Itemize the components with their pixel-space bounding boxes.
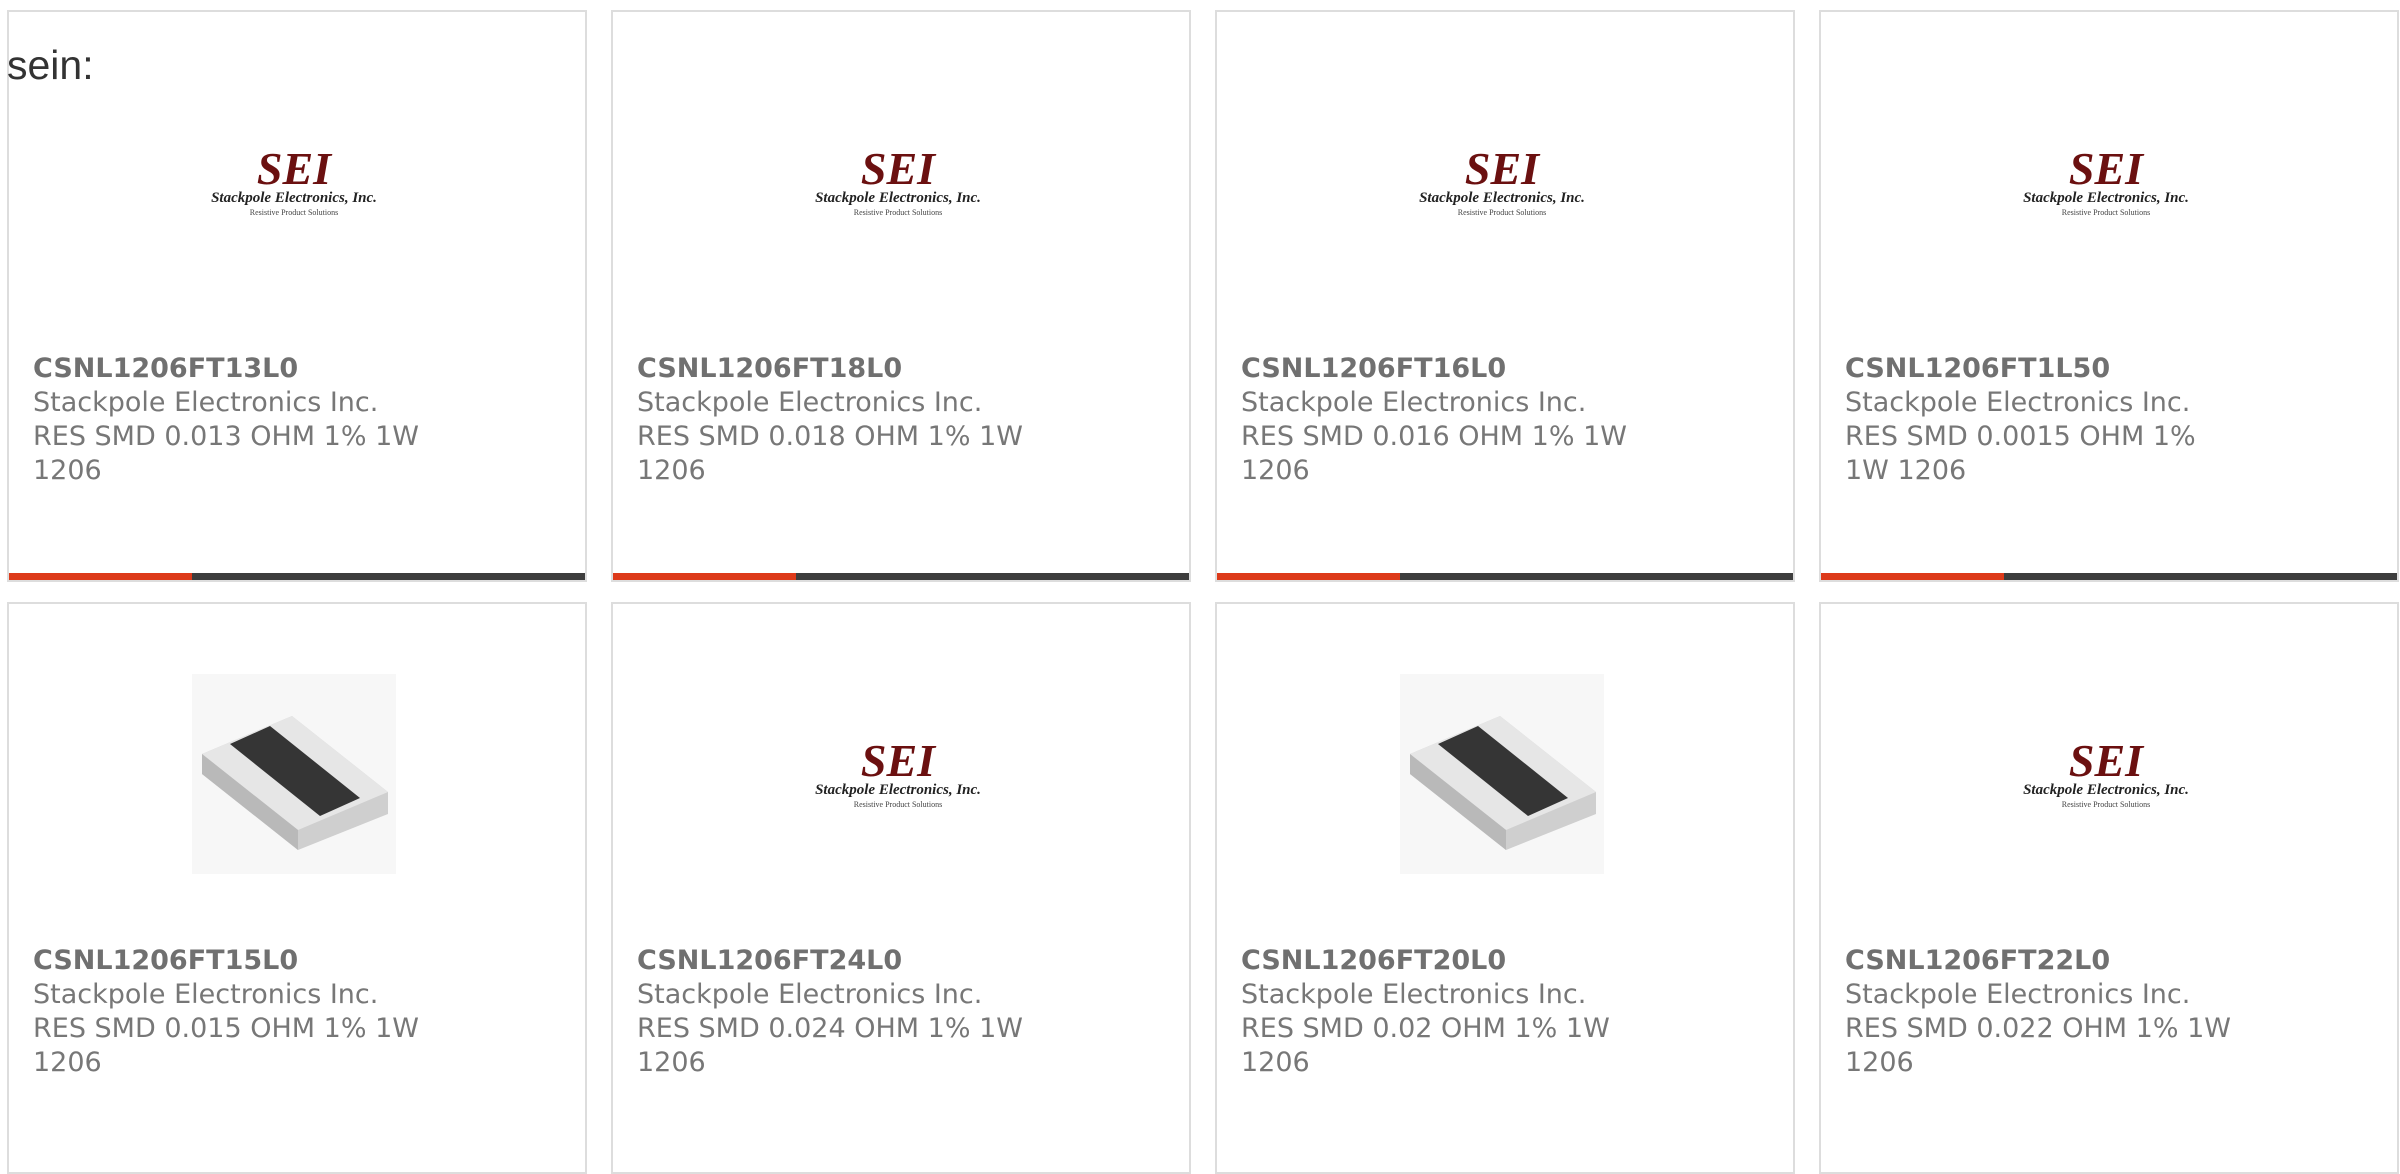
product-card[interactable]: SEI Stackpole Electronics, Inc. Resistive … — [1215, 10, 1795, 582]
description: RES SMD 0.015 OHM 1% 1W 1206 — [33, 1013, 419, 1078]
logo-mark: SEI — [861, 143, 937, 194]
product-info: CSNL1206FT13L0 Stackpole Electronics Inc… — [33, 352, 433, 488]
manufacturer: Stackpole Electronics Inc. — [33, 387, 379, 418]
product-info: CSNL1206FT18L0 Stackpole Electronics Inc… — [637, 352, 1037, 488]
description: RES SMD 0.016 OHM 1% 1W 1206 — [1241, 421, 1627, 486]
product-card[interactable]: CSNL1206FT15L0 Stackpole Electronics Inc… — [7, 602, 587, 1174]
product-info: CSNL1206FT1L50 Stackpole Electronics Inc… — [1845, 352, 2245, 488]
product-card[interactable]: SEI Stackpole Electronics, Inc. Resistive … — [611, 602, 1191, 1174]
part-number[interactable]: CSNL1206FT20L0 — [1241, 944, 1641, 978]
logo-tagline: Resistive Product Solutions — [2062, 208, 2150, 217]
logo-tagline: Resistive Product Solutions — [1458, 208, 1546, 217]
product-image[interactable]: SEI Stackpole Electronics, Inc. Resistive … — [2004, 674, 2208, 874]
sei-logo-icon: SEIStackpole Electronics, Inc. Resistive … — [1419, 143, 1585, 217]
manufacturer: Stackpole Electronics Inc. — [33, 979, 379, 1010]
description: RES SMD 0.02 OHM 1% 1W 1206 — [1241, 1013, 1610, 1078]
manufacturer: Stackpole Electronics Inc. — [637, 979, 983, 1010]
manufacturer: Stackpole Electronics Inc. — [637, 387, 983, 418]
accent-segment — [1217, 573, 1400, 580]
product-image[interactable] — [1400, 674, 1604, 874]
manufacturer: Stackpole Electronics Inc. — [1845, 979, 2191, 1010]
accent-segment — [613, 573, 796, 580]
part-number[interactable]: CSNL1206FT15L0 — [33, 944, 433, 978]
accent-segment — [1821, 573, 2004, 580]
logo-company: Stackpole Electronics, Inc. — [1419, 190, 1585, 206]
card-accent-bar — [9, 573, 585, 580]
logo-mark: SEI — [1465, 143, 1541, 194]
product-grid: SEI Stackpole Electronics, Inc. Resistive … — [7, 10, 2399, 1174]
sei-logo-icon: SEIStackpole Electronics, Inc. Resistive … — [2023, 735, 2189, 809]
description: RES SMD 0.022 OHM 1% 1W 1206 — [1845, 1013, 2231, 1078]
logo-mark: SEI — [2069, 735, 2145, 786]
manufacturer: Stackpole Electronics Inc. — [1845, 387, 2191, 418]
card-accent-bar — [1217, 573, 1793, 580]
logo-tagline: Resistive Product Solutions — [250, 208, 338, 217]
product-image[interactable]: SEI Stackpole Electronics, Inc. Resistive … — [192, 82, 396, 282]
part-number[interactable]: CSNL1206FT13L0 — [33, 352, 433, 386]
intro-text: sein: — [7, 42, 94, 88]
part-number[interactable]: CSNL1206FT18L0 — [637, 352, 1037, 386]
part-number[interactable]: CSNL1206FT1L50 — [1845, 352, 2245, 386]
part-number[interactable]: CSNL1206FT24L0 — [637, 944, 1037, 978]
product-image[interactable]: SEI Stackpole Electronics, Inc. Resistive … — [796, 674, 1000, 874]
logo-company: Stackpole Electronics, Inc. — [815, 190, 981, 206]
card-accent-bar — [1821, 573, 2397, 580]
manufacturer: Stackpole Electronics Inc. — [1241, 979, 1587, 1010]
logo-tagline: Resistive Product Solutions — [854, 208, 942, 217]
product-image[interactable]: SEI Stackpole Electronics, Inc. Resistive … — [2004, 82, 2208, 282]
card-accent-bar — [613, 573, 1189, 580]
logo-tagline: Resistive Product Solutions — [2062, 800, 2150, 809]
accent-segment — [9, 573, 192, 580]
logo-mark: SEI — [861, 735, 937, 786]
product-card[interactable]: SEI Stackpole Electronics, Inc. Resistive … — [1819, 602, 2399, 1174]
sei-logo-icon: SEIStackpole Electronics, Inc. Resistive … — [815, 143, 981, 217]
logo-company: Stackpole Electronics, Inc. — [815, 782, 981, 798]
product-info: CSNL1206FT16L0 Stackpole Electronics Inc… — [1241, 352, 1641, 488]
product-info: CSNL1206FT24L0 Stackpole Electronics Inc… — [637, 944, 1037, 1080]
manufacturer: Stackpole Electronics Inc. — [1241, 387, 1587, 418]
logo-mark: SEI — [2069, 143, 2145, 194]
part-number[interactable]: CSNL1206FT16L0 — [1241, 352, 1641, 386]
product-card[interactable]: CSNL1206FT20L0 Stackpole Electronics Inc… — [1215, 602, 1795, 1174]
product-info: CSNL1206FT22L0 Stackpole Electronics Inc… — [1845, 944, 2245, 1080]
logo-company: Stackpole Electronics, Inc. — [2023, 190, 2189, 206]
product-card[interactable]: SEI Stackpole Electronics, Inc. Resistive … — [1819, 10, 2399, 582]
description: RES SMD 0.013 OHM 1% 1W 1206 — [33, 421, 419, 486]
description: RES SMD 0.024 OHM 1% 1W 1206 — [637, 1013, 1023, 1078]
logo-company: Stackpole Electronics, Inc. — [2023, 782, 2189, 798]
description: RES SMD 0.018 OHM 1% 1W 1206 — [637, 421, 1023, 486]
product-image[interactable]: SEI Stackpole Electronics, Inc. Resistive … — [1400, 82, 1604, 282]
resistor-chip-icon — [192, 674, 396, 874]
product-info: CSNL1206FT15L0 Stackpole Electronics Inc… — [33, 944, 433, 1080]
sei-logo-icon: SEIStackpole Electronics, Inc. Resistive … — [211, 143, 377, 217]
description: RES SMD 0.0015 OHM 1% 1W 1206 — [1845, 421, 2196, 486]
product-image[interactable] — [192, 674, 396, 874]
sei-logo-icon: SEIStackpole Electronics, Inc. Resistive … — [2023, 143, 2189, 217]
logo-tagline: Resistive Product Solutions — [854, 800, 942, 809]
product-image[interactable]: SEI Stackpole Electronics, Inc. Resistive … — [796, 82, 1000, 282]
product-card[interactable]: SEI Stackpole Electronics, Inc. Resistive … — [7, 10, 587, 582]
sei-logo-icon: SEIStackpole Electronics, Inc. Resistive … — [815, 735, 981, 809]
logo-mark: SEI — [257, 143, 333, 194]
part-number[interactable]: CSNL1206FT22L0 — [1845, 944, 2245, 978]
logo-company: Stackpole Electronics, Inc. — [211, 190, 377, 206]
product-info: CSNL1206FT20L0 Stackpole Electronics Inc… — [1241, 944, 1641, 1080]
product-card[interactable]: SEI Stackpole Electronics, Inc. Resistive … — [611, 10, 1191, 582]
resistor-chip-icon — [1400, 674, 1604, 874]
